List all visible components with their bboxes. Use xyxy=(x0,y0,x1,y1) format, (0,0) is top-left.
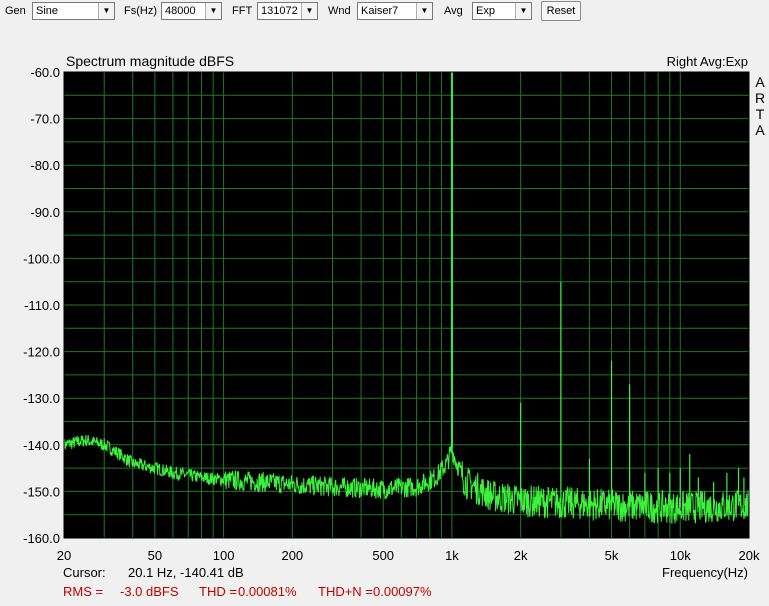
fs-value: 48000 xyxy=(165,5,196,17)
brand-letter-2: R xyxy=(755,90,765,106)
gen-value: Sine xyxy=(36,5,59,17)
chevron-down-icon: ▼ xyxy=(515,3,531,19)
x-tick-label: 50 xyxy=(148,548,162,563)
y-tick-label: -130.0 xyxy=(23,391,60,406)
x-axis-label: Frequency(Hz) xyxy=(662,565,748,580)
avg-label: Avg xyxy=(444,5,463,17)
y-tick-label: -160.0 xyxy=(23,531,60,546)
wnd-value: Kaiser7 xyxy=(361,5,399,17)
y-tick-labels: -60.0 -70.0 -80.0 -90.0 -100.0 -110.0 -120.0 -1… xyxy=(23,65,60,546)
gen-label: Gen xyxy=(5,5,26,17)
thd-value: 0.00081% xyxy=(238,584,297,599)
brand-letter-4: A xyxy=(755,122,765,138)
reset-button[interactable]: Reset xyxy=(541,1,581,21)
chart-title: Spectrum magnitude dBFS xyxy=(66,53,234,69)
fft-value: 131072 xyxy=(261,5,298,17)
y-tick-label: -100.0 xyxy=(23,251,60,266)
y-tick-label: -80.0 xyxy=(30,158,60,173)
x-tick-label: 5k xyxy=(605,548,619,563)
gen-select[interactable]: Sine ▼ xyxy=(32,2,115,20)
fft-label: FFT xyxy=(232,5,253,17)
fs-select[interactable]: 48000 ▼ xyxy=(161,2,222,20)
cursor-value: 20.1 Hz, -140.41 dB xyxy=(128,565,244,580)
x-tick-labels: 20 50 100 200 500 1k 2k 5k 10k 20k xyxy=(57,548,760,563)
x-tick-label: 100 xyxy=(213,548,235,563)
x-tick-label: 2k xyxy=(514,548,528,563)
chevron-down-icon: ▼ xyxy=(205,3,221,19)
cursor-label: Cursor: xyxy=(63,565,106,580)
chevron-down-icon: ▼ xyxy=(301,3,317,19)
thdn-value: 0.00097% xyxy=(373,584,432,599)
x-tick-label: 20k xyxy=(739,548,760,563)
fs-label: Fs(Hz) xyxy=(124,5,157,17)
y-tick-label: -60.0 xyxy=(30,65,60,80)
wnd-label: Wnd xyxy=(328,5,351,17)
avg-value: Exp xyxy=(476,5,495,17)
x-tick-label: 10k xyxy=(670,548,691,563)
x-tick-label: 200 xyxy=(281,548,303,563)
brand-letter-3: T xyxy=(756,106,765,122)
y-tick-label: -140.0 xyxy=(23,438,60,453)
chevron-down-icon: ▼ xyxy=(98,3,114,19)
fft-select[interactable]: 131072 ▼ xyxy=(257,2,318,20)
rms-label: RMS = xyxy=(63,584,103,599)
avg-select[interactable]: Exp ▼ xyxy=(472,2,532,20)
toolbar: Gen Sine ▼ Fs(Hz) 48000 ▼ FFT 131072 ▼ W… xyxy=(0,0,769,24)
chevron-down-icon: ▼ xyxy=(416,3,432,19)
y-tick-label: -110.0 xyxy=(24,298,60,313)
chart-subtitle: Right Avg:Exp xyxy=(667,54,748,69)
y-tick-label: -120.0 xyxy=(23,345,60,360)
x-tick-label: 500 xyxy=(372,548,394,563)
thd-label: THD = xyxy=(199,584,237,599)
y-tick-label: -150.0 xyxy=(23,484,60,499)
y-tick-label: -70.0 xyxy=(30,112,60,127)
y-tick-label: -90.0 xyxy=(30,205,60,220)
brand-letter-1: A xyxy=(755,74,765,90)
wnd-select[interactable]: Kaiser7 ▼ xyxy=(357,2,433,20)
rms-value: -3.0 dBFS xyxy=(120,584,179,599)
x-tick-label: 1k xyxy=(445,548,459,563)
thdn-label: THD+N = xyxy=(318,584,373,599)
x-tick-label: 20 xyxy=(57,548,71,563)
spectrum-chart: -60.0 -70.0 -80.0 -90.0 -100.0 -110.0 -120.0 -1… xyxy=(23,53,765,599)
